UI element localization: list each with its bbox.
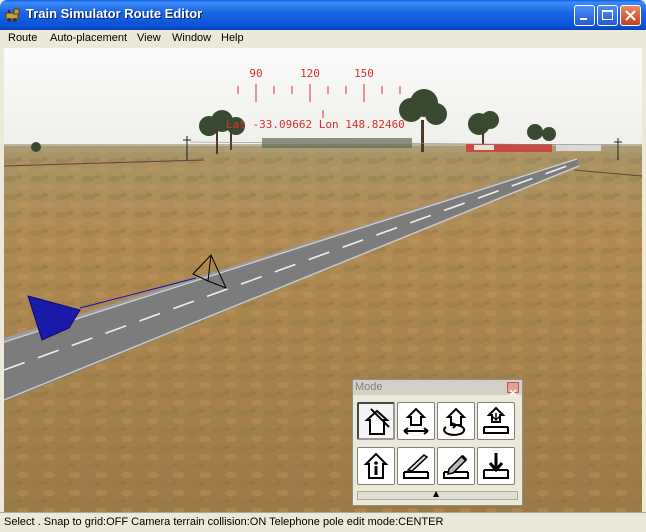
menu-help[interactable]: Help bbox=[221, 32, 244, 44]
select-object-icon bbox=[364, 408, 390, 435]
route-editor-window: Train Simulator Route Editor Route Auto-… bbox=[0, 0, 646, 532]
maximize-button[interactable] bbox=[597, 5, 618, 26]
move-object-icon bbox=[403, 407, 429, 435]
menu-view[interactable]: View bbox=[137, 32, 161, 44]
status-bar: Select . Snap to grid:OFF Camera terrain… bbox=[0, 512, 646, 532]
terrain-knife-icon bbox=[403, 454, 429, 479]
menu-route[interactable]: Route bbox=[8, 32, 37, 44]
menu-auto-placement[interactable]: Auto-placement bbox=[50, 32, 127, 44]
scene-render: 90 120 150 Lat -33.09662 Lon 148.82460 bbox=[4, 48, 642, 512]
mode-panel-titlebar[interactable]: Mode bbox=[353, 380, 522, 397]
locomotive-app-icon bbox=[5, 8, 20, 22]
compass-tick-90: 90 bbox=[249, 67, 262, 80]
title-bar[interactable]: Train Simulator Route Editor bbox=[0, 0, 646, 30]
status-text: Select . Snap to grid:OFF Camera terrain… bbox=[4, 516, 444, 528]
minimize-icon bbox=[580, 18, 587, 20]
tool-select-object[interactable] bbox=[357, 402, 395, 440]
distant-station bbox=[466, 144, 601, 152]
close-button[interactable] bbox=[620, 5, 641, 26]
window-title: Train Simulator Route Editor bbox=[26, 6, 203, 21]
mode-panel-title: Mode bbox=[355, 381, 383, 393]
menu-bar: Route Auto-placement View Window Help bbox=[0, 30, 646, 48]
tool-rotate-object[interactable] bbox=[437, 402, 475, 440]
tool-terrain-height[interactable] bbox=[477, 447, 515, 485]
rotate-object-icon bbox=[443, 407, 467, 436]
compass-tick-120: 120 bbox=[300, 67, 320, 80]
terrain-height-icon bbox=[483, 453, 509, 479]
raise-lower-object-icon bbox=[483, 406, 509, 434]
tool-terrain-knife[interactable] bbox=[397, 447, 435, 485]
coordinates-readout: Lat -33.09662 Lon 148.82460 bbox=[226, 118, 405, 131]
close-icon bbox=[509, 389, 517, 397]
expand-arrow-icon: ▲ bbox=[433, 489, 440, 498]
maximize-icon bbox=[602, 10, 613, 20]
tool-terrain-paint[interactable] bbox=[437, 447, 475, 485]
tool-move-object[interactable] bbox=[397, 402, 435, 440]
object-info-icon bbox=[363, 452, 389, 479]
tool-raise-lower-object[interactable] bbox=[477, 402, 515, 440]
mode-panel-close-button[interactable] bbox=[507, 382, 519, 397]
mode-panel: Mode ▲ bbox=[352, 379, 523, 506]
terrain-paint-icon bbox=[443, 454, 469, 479]
compass-tick-150: 150 bbox=[354, 67, 374, 80]
tool-object-info[interactable] bbox=[357, 447, 395, 485]
mode-panel-expand-bar[interactable]: ▲ bbox=[357, 489, 518, 500]
route-3d-viewport[interactable]: 90 120 150 Lat -33.09662 Lon 148.82460 bbox=[4, 48, 642, 512]
menu-window[interactable]: Window bbox=[172, 32, 211, 44]
minimize-button[interactable] bbox=[574, 5, 595, 26]
close-icon bbox=[625, 10, 636, 21]
